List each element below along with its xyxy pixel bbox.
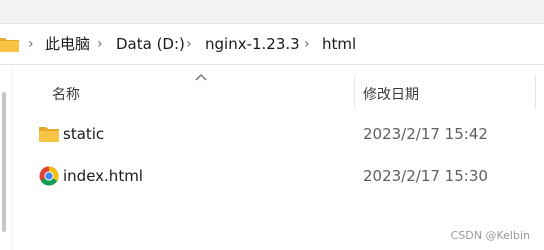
breadcrumb-nginx[interactable]: nginx-1.23.3 xyxy=(205,24,300,64)
breadcrumb-separator: › xyxy=(97,36,103,52)
sort-ascending-icon xyxy=(195,74,207,81)
column-header: 名称 修改日期 xyxy=(12,65,544,119)
breadcrumb-this-pc[interactable]: 此电脑 xyxy=(45,24,90,64)
column-name-header[interactable]: 名称 xyxy=(52,84,80,104)
file-date-modified: 2023/2/17 15:42 xyxy=(363,125,488,143)
file-name: index.html xyxy=(63,167,143,185)
folder-icon xyxy=(0,38,19,52)
column-divider[interactable] xyxy=(354,75,355,109)
chrome-html-icon xyxy=(39,166,59,186)
breadcrumb-separator: › xyxy=(304,36,310,52)
column-date-modified-header[interactable]: 修改日期 xyxy=(363,84,419,104)
file-name: static xyxy=(63,125,105,143)
file-row-index-html[interactable]: index.html 2023/2/17 15:30 xyxy=(12,155,544,197)
breadcrumb-html[interactable]: html xyxy=(322,24,356,64)
file-row-static[interactable]: static 2023/2/17 15:42 xyxy=(12,113,544,155)
navigation-scrollbar[interactable] xyxy=(2,92,6,232)
column-divider[interactable] xyxy=(535,75,536,109)
breadcrumb-separator: › xyxy=(186,36,192,52)
file-date-modified: 2023/2/17 15:30 xyxy=(363,167,488,185)
file-explorer-window: › 此电脑 › Data (D:) › nginx-1.23.3 › html … xyxy=(0,0,544,250)
breadcrumb-separator: › xyxy=(28,36,34,52)
watermark: CSDN @Kelbin xyxy=(450,229,530,242)
title-band xyxy=(0,0,544,24)
folder-icon xyxy=(39,127,59,142)
address-bar[interactable]: › 此电脑 › Data (D:) › nginx-1.23.3 › html xyxy=(0,23,544,65)
breadcrumb-drive-d[interactable]: Data (D:) xyxy=(116,24,185,64)
